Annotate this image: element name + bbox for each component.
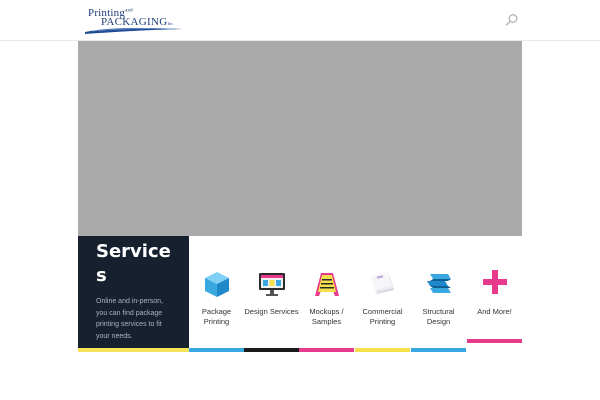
services-accent-bar [78,348,189,352]
service-tile-label: Mockups / Samples [309,307,344,326]
tile-accent-bar [467,339,522,343]
sandwich-sign-icon [315,273,339,296]
service-tile-label: Structural Design [422,307,455,326]
cube-icon [205,272,229,297]
tile-accent-bar [189,348,244,352]
stacked-papers-icon [371,272,394,294]
service-tile-label: Commercial Printing [362,307,403,326]
services-title: Services [96,241,171,286]
tile-accent-bar [299,348,354,352]
tile-accent-bar [355,348,410,352]
service-tile-commercial-printing[interactable]: Commercial Printing [355,236,410,352]
service-tile-package-printing[interactable]: Package Printing [189,236,244,352]
plus-icon [483,270,507,294]
tile-accent-bar [411,348,466,352]
service-tile-label: Package Printing [201,307,232,326]
service-tile-design-services[interactable]: Design Services [244,236,299,352]
service-tile-structural-design[interactable]: Structural Design [411,236,466,352]
service-tile-mockups-samples[interactable]: Mockups / Samples [299,236,354,352]
service-tile-and-more[interactable]: And More! [467,236,522,343]
service-tile-label: And More! [477,307,512,316]
search-icon[interactable] [505,13,519,27]
logo-word-and: and [125,8,133,14]
tile-accent-bar [244,348,299,352]
monitor-icon [259,273,285,296]
site-logo[interactable]: Printingand PackagingInc. [84,7,186,35]
logo-swoosh-icon [85,28,183,34]
services-intro: Services Online and in-person, you can f… [78,236,189,352]
site-header: Printingand PackagingInc. [0,0,600,41]
services-description: Online and in-person, you can find packa… [96,298,163,340]
hero-image [78,41,522,236]
folding-layers-icon [427,274,451,293]
service-tile-label: Design Services [244,307,299,316]
